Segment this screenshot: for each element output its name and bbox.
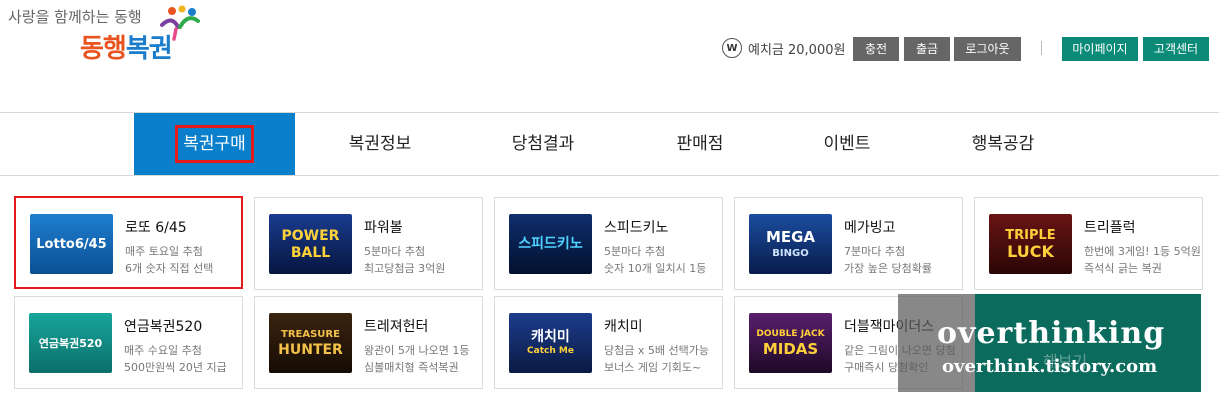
thumb-text: LUCK [1007, 241, 1054, 261]
wallet-icon: W [722, 38, 742, 58]
game-desc: 즉석식 긁는 복권 [1084, 262, 1162, 275]
midas-logo-icon: DOUBLE JACK MIDAS [749, 313, 832, 373]
logout-button[interactable]: 로그아웃 [954, 37, 1021, 61]
game-title: 트리플럭 [1084, 220, 1136, 236]
game-title: 연금복권520 [124, 319, 203, 335]
game-title: 캐치미 [604, 319, 643, 335]
game-desc: 매주 수요일 추첨 [124, 344, 202, 357]
catchme-logo-icon: 캐치미 Catch Me [509, 313, 592, 373]
nav-community[interactable]: 행복공감 [923, 113, 1083, 175]
game-title: 메가빙고 [844, 220, 896, 236]
game-title: 로또 6/45 [125, 220, 187, 236]
game-desc: 500만원씩 20년 지급 [124, 361, 227, 374]
game-card-megabingo[interactable]: MEGA BINGO 메가빙고 7분마다 추첨 가장 높은 당첨확률 [734, 197, 963, 290]
watermark-url: overthink.tistory.com [942, 356, 1158, 377]
game-desc: 매주 토요일 추첨 [125, 245, 203, 258]
nav-events[interactable]: 이벤트 [767, 113, 927, 175]
watermark-title: overthinking [937, 316, 1166, 351]
treasurehunter-logo-icon: TREASURE HUNTER [269, 313, 352, 373]
lotto-logo-icon: Lotto6/45 [30, 214, 113, 274]
game-card-speedkeno[interactable]: 스피드키노 스피드키노 5분마다 추첨 숫자 10개 일치시 1등 [494, 197, 723, 290]
wallet-balance: W 예치금 20,000원 [722, 38, 845, 58]
nav-results[interactable]: 당첨결과 [463, 113, 623, 175]
header-divider [1041, 41, 1042, 55]
speedkeno-logo-icon: 스피드키노 [509, 214, 592, 274]
nav-stores[interactable]: 판매점 [620, 113, 780, 175]
game-card-tripleluck[interactable]: TRIPLE LUCK 트리플럭 한번에 3게임! 1등 5억원 즉석식 긁는 복… [974, 197, 1203, 290]
game-title: 트레져헌터 [364, 319, 429, 335]
thumb-text: Catch Me [527, 346, 574, 356]
game-card-treasurehunter[interactable]: TREASURE HUNTER 트레져헌터 왕관이 5개 나오면 1등 심볼매치형… [254, 296, 483, 389]
game-desc: 한번에 3게임! 1등 5억원 [1084, 245, 1201, 258]
logo-text-a: 동행 [80, 34, 127, 64]
game-desc: 숫자 10개 일치시 1등 [604, 262, 707, 275]
game-desc: 왕관이 5개 나오면 1등 [364, 344, 470, 357]
game-desc: 7분마다 추첨 [844, 245, 906, 258]
thumb-text: TRIPLE [1005, 227, 1056, 243]
thumb-text: BINGO [772, 247, 809, 259]
balance-text: 예치금 20,000원 [748, 42, 846, 58]
nav-label: 복권구매 [175, 125, 254, 163]
thumb-text: MIDAS [762, 339, 819, 358]
nav-lottery-purchase[interactable]: 복권구매 [134, 113, 295, 175]
game-card-catchme[interactable]: 캐치미 Catch Me 캐치미 당첨금 x 5배 선택가능 보너스 게임 기회도… [494, 296, 723, 389]
game-desc: 6개 숫자 직접 선택 [125, 262, 214, 275]
mypage-button[interactable]: 마이페이지 [1062, 37, 1138, 61]
game-title: 파워볼 [364, 220, 403, 236]
site-tagline: 사랑을 함께하는 동행 [8, 8, 142, 26]
support-button[interactable]: 고객센터 [1143, 37, 1209, 61]
game-desc: 5분마다 추첨 [604, 245, 666, 258]
nav-lottery-info[interactable]: 복권정보 [300, 113, 460, 175]
game-card-pension520[interactable]: 연금복권520 연금복권520 매주 수요일 추첨 500만원씩 20년 지급 [14, 296, 243, 389]
game-card-powerball[interactable]: POWER BALL 파워볼 5분마다 추첨 최고당첨금 3억원 [254, 197, 483, 290]
megabingo-logo-icon: MEGA BINGO [749, 214, 832, 274]
game-desc: 5분마다 추첨 [364, 245, 426, 258]
pension-logo-icon: 연금복권520 [29, 313, 112, 373]
thumb-text: BALL [290, 244, 331, 261]
deposit-button[interactable]: 충전 [853, 37, 899, 61]
thumb-text: POWER [281, 227, 340, 244]
thumb-text: TREASURE [281, 328, 340, 340]
thumb-text: MEGA [765, 227, 816, 246]
thumb-text: DOUBLE JACK [756, 328, 825, 339]
game-card-lotto645[interactable]: Lotto6/45 로또 6/45 매주 토요일 추첨 6개 숫자 직접 선택 [14, 196, 243, 289]
game-desc: 심볼매치형 즉석복권 [364, 361, 459, 374]
thumb-text: 캐치미 [531, 329, 570, 345]
powerball-logo-icon: POWER BALL [269, 214, 352, 274]
tripleluck-logo-icon: TRIPLE LUCK [989, 214, 1072, 274]
thumb-text: HUNTER [278, 341, 343, 358]
game-desc: 가장 높은 당첨확률 [844, 262, 932, 275]
withdraw-button[interactable]: 출금 [904, 37, 950, 61]
game-title: 스피드키노 [604, 220, 669, 236]
game-desc: 보너스 게임 기회도~ [604, 361, 702, 374]
logo-figure-icon [160, 5, 200, 41]
game-desc: 최고당첨금 3억원 [364, 262, 446, 275]
game-desc: 당첨금 x 5배 선택가능 [604, 344, 709, 357]
